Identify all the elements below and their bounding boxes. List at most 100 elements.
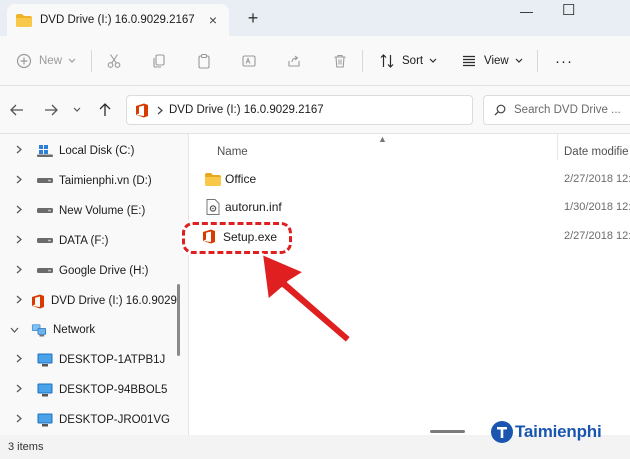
sidebar-item-label: Network [53, 324, 96, 336]
paste-button[interactable] [196, 50, 212, 72]
settings-file-icon [205, 199, 221, 215]
command-separator [362, 50, 363, 72]
title-bar: DVD Drive (I:) 16.0.9029.2167 × + — ☐ [0, 0, 630, 36]
sort-button[interactable]: Sort [379, 50, 437, 72]
command-bar: New Sort View ··· [0, 36, 630, 86]
sidebar-item-network[interactable]: Network [0, 316, 178, 344]
search-box[interactable] [483, 95, 630, 125]
sidebar-item-new-volume-e[interactable]: New Volume (E:) [0, 197, 178, 225]
tab-title: DVD Drive (I:) 16.0.9029.2167 [40, 14, 195, 26]
office-icon [31, 294, 45, 308]
column-separator[interactable] [557, 134, 558, 160]
windows-drive-icon [37, 144, 53, 158]
chevron-right-icon[interactable] [16, 175, 28, 187]
sort-icon [380, 54, 394, 68]
file-date: 2/27/2018 12:2 [564, 173, 630, 185]
chevron-down-icon [515, 58, 523, 63]
office-icon [136, 103, 148, 117]
chevron-down-icon[interactable] [10, 325, 22, 336]
sidebar-item-label: DESKTOP-1ATPB1J [59, 354, 166, 366]
watermark-logo: Taimienphi [490, 420, 602, 444]
close-tab-icon[interactable]: × [203, 12, 223, 28]
column-header-date-modified[interactable]: Date modifie [564, 142, 629, 162]
chevron-right-icon[interactable] [16, 205, 28, 217]
horizontal-scrollbar[interactable] [430, 430, 465, 433]
view-button[interactable]: View [461, 50, 523, 72]
chevron-right-icon[interactable] [16, 265, 28, 277]
share-button[interactable] [286, 50, 302, 72]
file-row-office[interactable]: Office 2/27/2018 12:2 [189, 165, 630, 193]
drive-icon [37, 174, 53, 188]
sidebar-item-label: DESKTOP-94BBOL5 [59, 384, 168, 396]
setup-file-name: Setup.exe [223, 230, 278, 244]
cut-button[interactable] [106, 50, 122, 72]
search-input[interactable] [514, 104, 626, 116]
arrow-up-icon [99, 103, 111, 116]
network-icon [31, 323, 47, 337]
sidebar-item-label: DATA (F:) [59, 235, 109, 247]
up-button[interactable] [96, 101, 114, 119]
more-options-button[interactable]: ··· [555, 50, 573, 72]
setup-highlight[interactable]: Setup.exe [182, 222, 292, 254]
address-bar[interactable]: DVD Drive (I:) 16.0.9029.2167 [126, 95, 588, 125]
new-button[interactable]: New [16, 50, 76, 72]
computer-icon [37, 413, 53, 427]
copy-icon [153, 54, 165, 68]
sidebar-item-desktop-94bbol5[interactable]: DESKTOP-94BBOL5 [0, 376, 178, 404]
sidebar-item-label: Google Drive (H:) [59, 265, 149, 277]
scissors-icon [107, 54, 121, 68]
file-row-autorun[interactable]: autorun.inf 1/30/2018 12:5 [189, 193, 630, 221]
view-list-icon [463, 55, 475, 67]
sidebar-scrollbar[interactable] [177, 284, 180, 356]
share-icon [288, 55, 300, 67]
folder-icon [205, 171, 221, 187]
sidebar-item-dvd-drive-i[interactable]: DVD Drive (I:) 16.0.9029. [0, 287, 180, 315]
new-tab-button[interactable]: + [243, 8, 263, 29]
delete-button[interactable] [332, 50, 348, 72]
sidebar-item-data-f[interactable]: DATA (F:) [0, 227, 178, 255]
file-name: autorun.inf [225, 200, 282, 214]
chevron-right-icon [157, 106, 163, 114]
command-separator [91, 50, 92, 72]
folder-icon [16, 13, 32, 27]
file-date: 1/30/2018 12:5 [564, 201, 630, 213]
tab-dvd-drive[interactable]: DVD Drive (I:) 16.0.9029.2167 × [7, 4, 229, 36]
file-name: Office [225, 172, 257, 186]
address-path: DVD Drive (I:) 16.0.9029.2167 [169, 104, 324, 116]
file-list: ▲ Name Date modifie Office 2/27/2018 12:… [189, 134, 630, 435]
chevron-right-icon[interactable] [16, 354, 28, 366]
plus-circle-icon [16, 53, 32, 69]
minimize-button[interactable]: — [520, 4, 533, 19]
sidebar-item-desktop-jro01vg[interactable]: DESKTOP-JRO01VG [0, 406, 178, 434]
chevron-right-icon[interactable] [16, 145, 28, 157]
clipboard-icon [198, 53, 210, 69]
chevron-right-icon[interactable] [16, 414, 28, 426]
computer-icon [37, 383, 53, 397]
sidebar-item-taimienphi-d[interactable]: Taimienphi.vn (D:) [0, 167, 178, 195]
sidebar-item-google-drive-h[interactable]: Google Drive (H:) [0, 257, 178, 285]
arrow-right-icon [45, 104, 58, 116]
office-icon [202, 229, 216, 247]
sidebar-item-label: Taimienphi.vn (D:) [59, 175, 152, 187]
chevron-right-icon[interactable] [16, 384, 28, 396]
view-label: View [484, 55, 509, 67]
sidebar-item-label: DESKTOP-JRO01VG [59, 414, 170, 426]
sidebar-item-desktop-1atpb1j[interactable]: DESKTOP-1ATPB1J [0, 346, 178, 374]
search-icon [494, 104, 506, 116]
chevron-right-icon[interactable] [16, 295, 22, 307]
recent-dropdown-button[interactable] [68, 101, 86, 119]
forward-button[interactable] [42, 101, 60, 119]
copy-button[interactable] [151, 50, 167, 72]
maximize-button[interactable]: ☐ [562, 1, 575, 19]
chevron-right-icon[interactable] [16, 235, 28, 247]
sort-label: Sort [402, 55, 424, 67]
sidebar-item-local-disk-c[interactable]: Local Disk (C:) [0, 137, 178, 165]
computer-icon [37, 353, 53, 367]
rename-button[interactable] [241, 50, 257, 72]
back-button[interactable] [8, 101, 26, 119]
file-date: 2/27/2018 12:2 [564, 230, 630, 242]
trash-icon [334, 54, 346, 68]
chevron-down-icon [73, 107, 81, 112]
column-header-name[interactable]: Name [217, 142, 248, 162]
rename-icon [242, 55, 256, 67]
